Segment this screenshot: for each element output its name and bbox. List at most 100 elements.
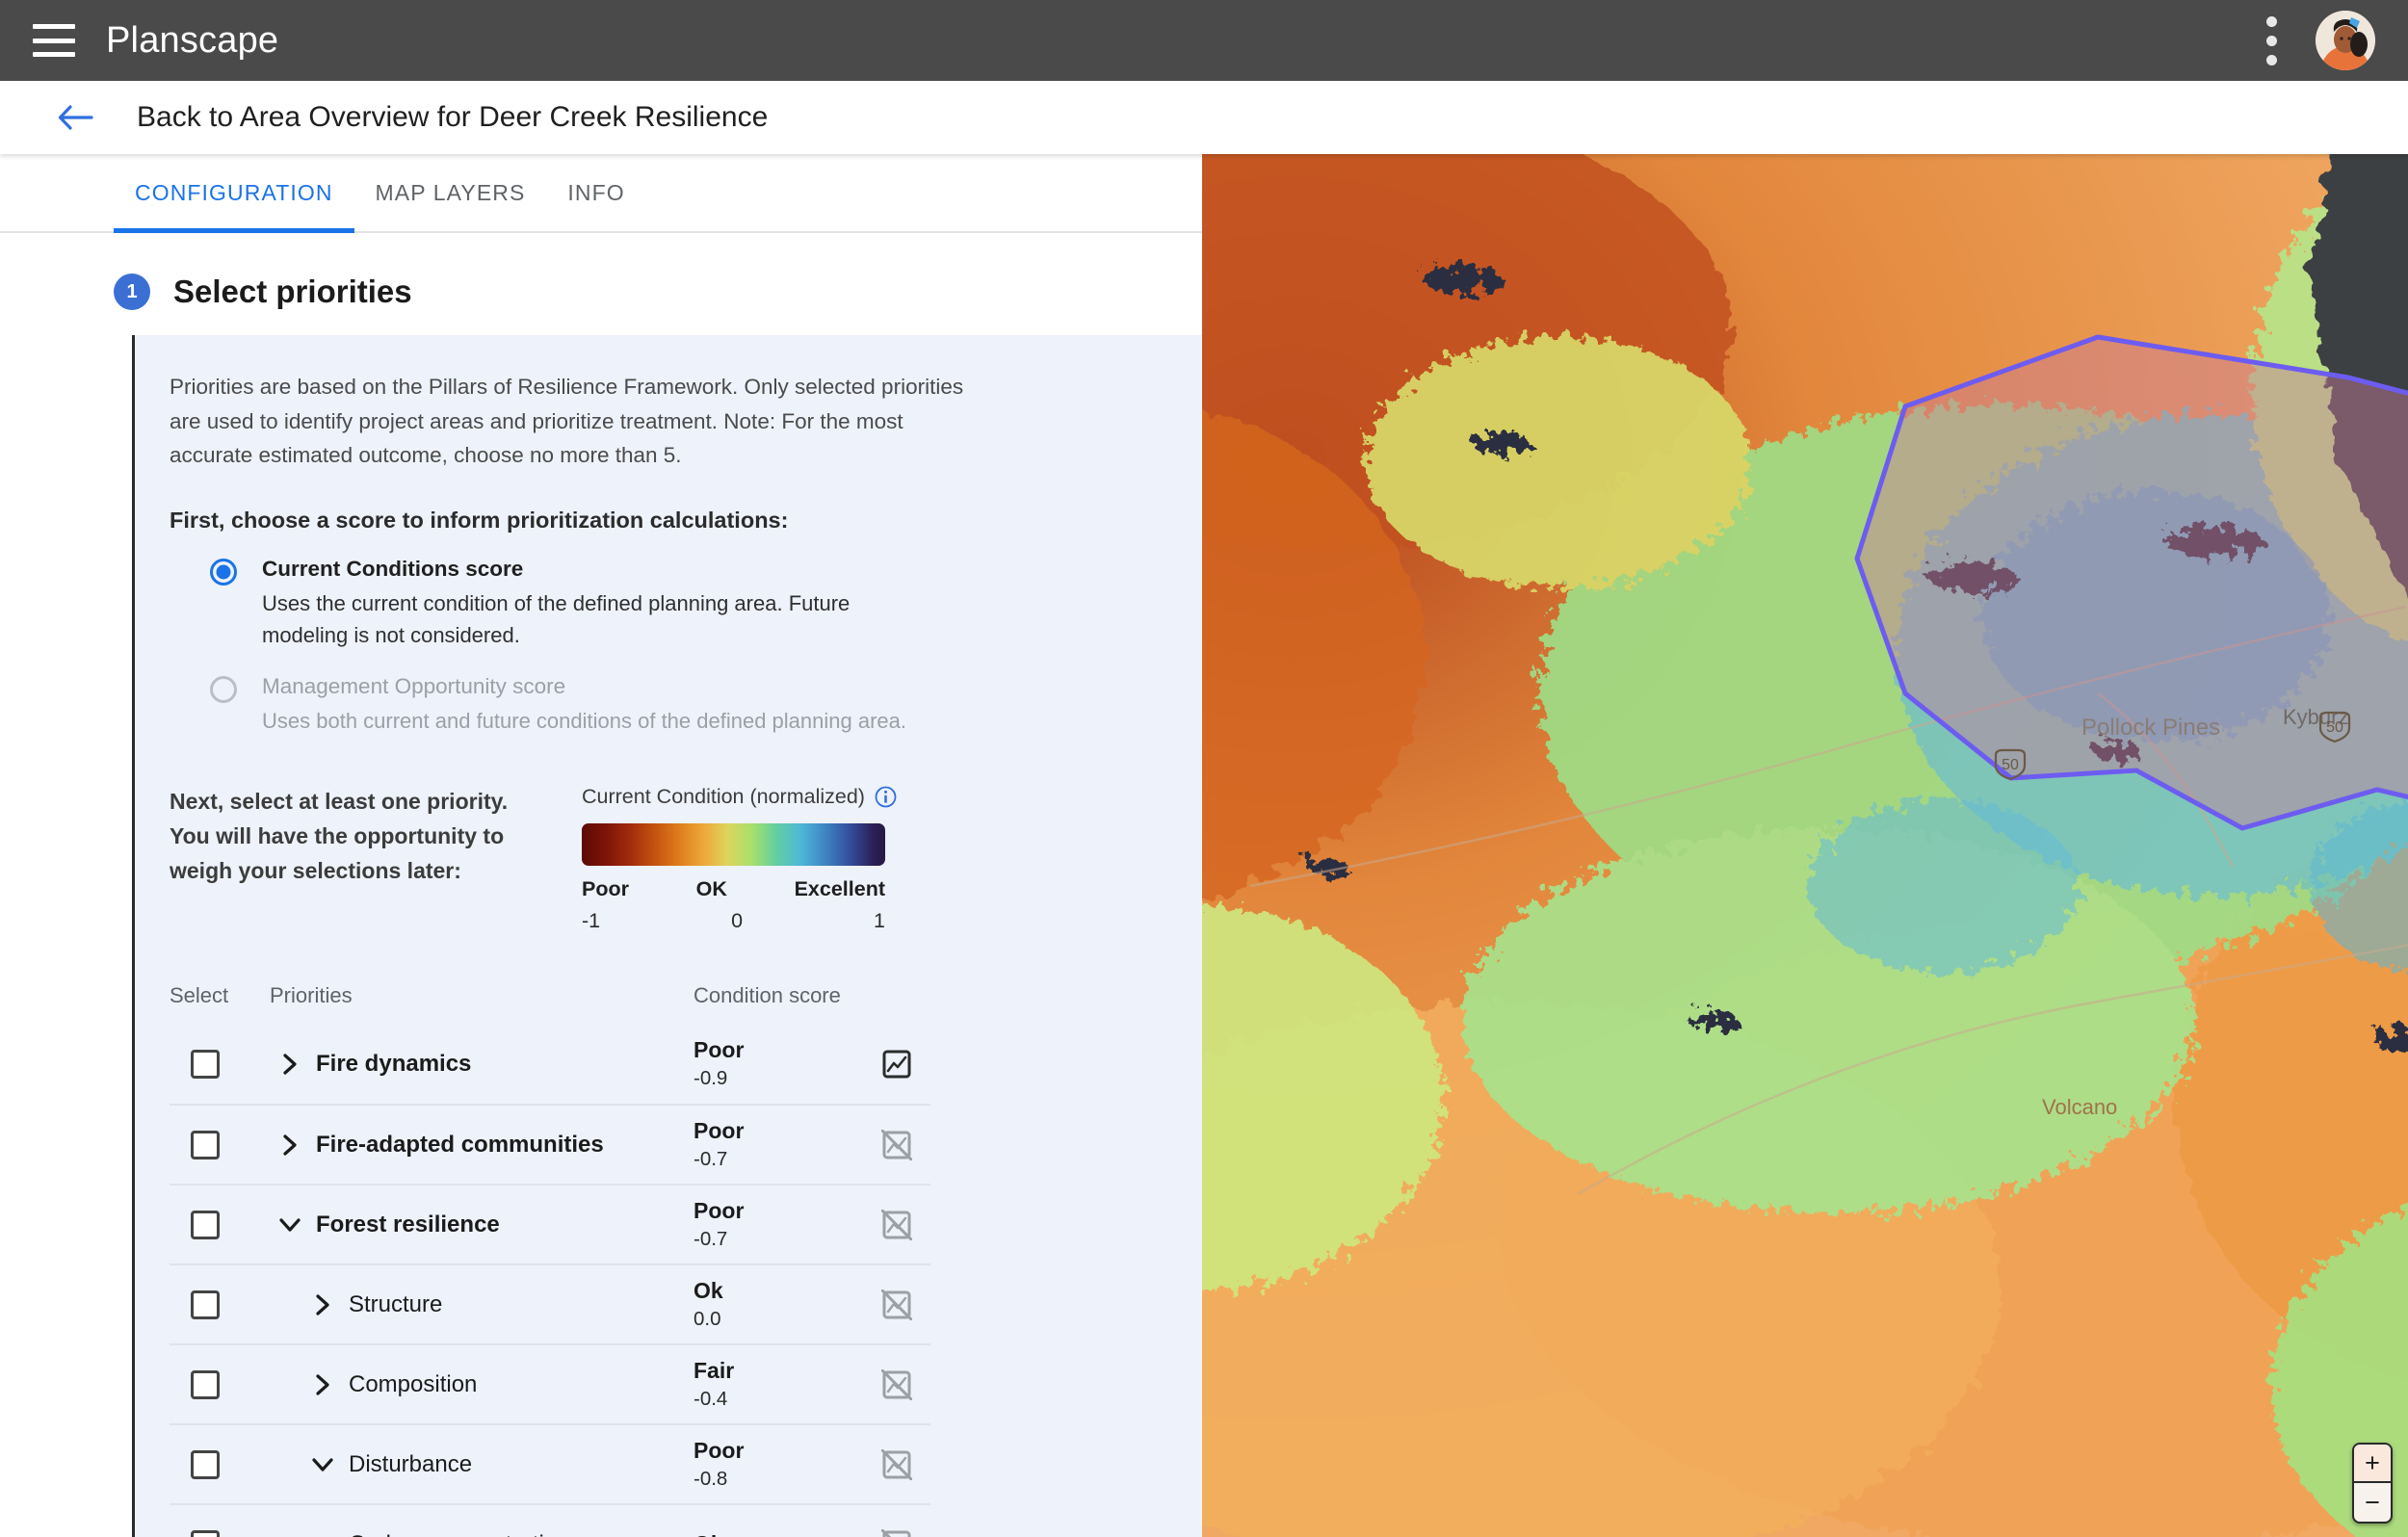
row-select-cell[interactable] xyxy=(170,1210,270,1239)
chevron-right-icon[interactable] xyxy=(310,1373,335,1396)
table-row[interactable]: Fire dynamics Poor -0.9 xyxy=(170,1024,930,1104)
row-select-cell[interactable] xyxy=(170,1130,270,1159)
score-value: 0.0 xyxy=(694,1308,721,1331)
back-link-label[interactable]: Back to Area Overview for Deer Creek Res… xyxy=(137,101,768,134)
avatar[interactable] xyxy=(2316,11,2375,70)
step-body: Priorities are based on the Pillars of R… xyxy=(132,335,1202,1537)
arrow-left-icon[interactable] xyxy=(54,96,96,139)
chart-toggle-icon[interactable] xyxy=(863,1448,930,1480)
row-priority-cell: Structure xyxy=(270,1291,694,1318)
hamburger-icon[interactable] xyxy=(33,24,75,57)
legend-values: -1 0 1 xyxy=(582,909,885,933)
chart-toggle-icon[interactable] xyxy=(863,1528,930,1537)
row-select-cell[interactable] xyxy=(170,1369,270,1399)
avatar-illustration xyxy=(2316,11,2375,70)
table-row[interactable]: Structure Ok 0.0 xyxy=(170,1263,930,1343)
tab-bar: CONFIGURATION MAP LAYERS INFO xyxy=(0,154,1202,233)
app-title: Planscape xyxy=(106,19,279,61)
score-value: -0.8 xyxy=(694,1468,728,1491)
table-row[interactable]: Fire-adapted communities Poor -0.7 xyxy=(170,1104,930,1184)
priority-checkbox[interactable] xyxy=(191,1529,220,1537)
next-instruction-row: Next, select at least one priority. You … xyxy=(170,785,1146,933)
legend-value-mid: 0 xyxy=(731,909,744,933)
map-zoom-controls[interactable]: + − xyxy=(2352,1443,2393,1524)
priority-checkbox[interactable] xyxy=(191,1369,220,1399)
priority-checkbox[interactable] xyxy=(191,1130,220,1159)
priority-name: Fire dynamics xyxy=(316,1050,472,1077)
app-bar: Planscape xyxy=(0,0,2408,81)
priority-checkbox[interactable] xyxy=(191,1449,220,1479)
legend-label-ok: OK xyxy=(695,877,727,901)
condition-legend: Current Condition (normalized) Poor OK E… xyxy=(582,785,897,933)
chart-toggle-icon[interactable] xyxy=(863,1368,930,1400)
priority-name: Structure xyxy=(349,1290,443,1317)
step-number-badge: 1 xyxy=(114,274,150,310)
map-view[interactable]: TahomaLake TahoeZephyr CoveSouth Lake Ta… xyxy=(1202,154,2408,1537)
row-select-cell[interactable] xyxy=(170,1290,270,1319)
chart-toggle-icon[interactable] xyxy=(863,1289,930,1320)
score-value: -0.4 xyxy=(694,1388,728,1411)
legend-label-excellent: Excellent xyxy=(794,877,885,901)
radio-current-conditions-input[interactable] xyxy=(210,558,237,586)
info-icon[interactable] xyxy=(875,786,897,808)
row-priority-cell: Fire-adapted communities xyxy=(270,1132,694,1159)
score-word: Fair xyxy=(694,1358,735,1384)
row-select-cell[interactable] xyxy=(170,1449,270,1479)
legend-labels: Poor OK Excellent xyxy=(582,877,885,901)
row-select-cell[interactable] xyxy=(170,1049,270,1079)
table-row[interactable]: Carbon sequestration Ok xyxy=(170,1503,930,1537)
tab-configuration-label: CONFIGURATION xyxy=(135,179,333,205)
zoom-out-button[interactable]: − xyxy=(2354,1483,2391,1522)
chart-toggle-icon[interactable] xyxy=(863,1209,930,1240)
priority-checkbox[interactable] xyxy=(191,1210,220,1239)
table-rows: Fire dynamics Poor -0.9 Fire-adapted commun… xyxy=(170,1024,930,1537)
legend-title: Current Condition (normalized) xyxy=(582,785,865,809)
chevron-right-icon[interactable] xyxy=(277,1133,302,1157)
priority-name: Disturbance xyxy=(349,1450,473,1477)
radio-current-conditions-desc: Uses the current condition of the define… xyxy=(262,591,851,648)
row-priority-cell: Carbon sequestration xyxy=(270,1531,694,1537)
row-score-cell: Poor -0.8 xyxy=(694,1438,863,1491)
chevron-right-icon[interactable] xyxy=(277,1053,302,1076)
table-row[interactable]: Composition Fair -0.4 xyxy=(170,1343,930,1423)
row-priority-cell: Fire dynamics xyxy=(270,1051,694,1078)
column-header-select: Select xyxy=(170,983,229,1008)
score-word: Poor xyxy=(694,1438,745,1464)
chart-toggle-icon[interactable] xyxy=(863,1129,930,1160)
tab-configuration[interactable]: CONFIGURATION xyxy=(114,154,354,233)
row-priority-cell: Disturbance xyxy=(270,1451,694,1478)
next-instruction: Next, select at least one priority. You … xyxy=(170,789,509,883)
score-word: Poor xyxy=(694,1037,745,1063)
table-row[interactable]: Disturbance Poor -0.8 xyxy=(170,1423,930,1503)
score-word: Ok xyxy=(694,1278,723,1304)
map-raster xyxy=(1202,154,2408,1537)
row-priority-cell: Forest resilience xyxy=(270,1211,694,1238)
chevron-down-icon[interactable] xyxy=(310,1456,335,1473)
priority-checkbox[interactable] xyxy=(191,1049,220,1079)
row-priority-cell: Composition xyxy=(270,1371,694,1398)
kebab-menu-icon[interactable] xyxy=(2265,13,2277,67)
legend-value-max: 1 xyxy=(874,909,885,933)
zoom-in-button[interactable]: + xyxy=(2354,1445,2391,1483)
tab-info[interactable]: INFO xyxy=(546,154,645,231)
table-row[interactable]: Forest resilience Poor -0.7 xyxy=(170,1184,930,1263)
chart-toggle-icon[interactable] xyxy=(863,1049,930,1080)
priority-checkbox[interactable] xyxy=(191,1290,220,1319)
legend-value-min: -1 xyxy=(582,909,601,933)
row-select-cell[interactable] xyxy=(170,1529,270,1537)
table-header: Select Priorities Condition score xyxy=(170,983,930,1024)
radio-management-opportunity-label: Management Opportunity score xyxy=(262,674,566,699)
column-header-priorities: Priorities xyxy=(270,983,353,1008)
configuration-panel: CONFIGURATION MAP LAYERS INFO 1 Select p… xyxy=(0,154,1202,1537)
tab-map-layers[interactable]: MAP LAYERS xyxy=(354,154,547,231)
score-value: -0.7 xyxy=(694,1148,728,1171)
score-value: -0.9 xyxy=(694,1067,728,1090)
chevron-down-icon[interactable] xyxy=(277,1216,302,1234)
tab-map-layers-label: MAP LAYERS xyxy=(375,179,526,205)
radio-management-opportunity-input xyxy=(210,676,237,704)
radio-option-current-conditions[interactable]: Current Conditions score Uses the curren… xyxy=(210,555,1146,651)
page-title: Select priorities xyxy=(173,274,412,309)
chevron-right-icon[interactable] xyxy=(310,1293,335,1316)
row-score-cell: Ok 0.0 xyxy=(694,1278,863,1331)
row-score-cell: Poor -0.9 xyxy=(694,1037,863,1090)
